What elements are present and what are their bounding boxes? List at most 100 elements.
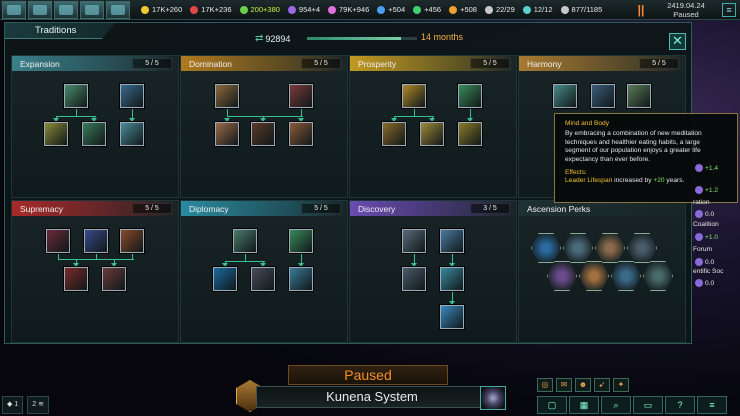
tradition-icon[interactable] [402,84,426,108]
ascension-perk-icon[interactable] [531,233,561,263]
outliner-entry[interactable]: 0.0 [695,258,714,266]
panel-header: Expansion 5 / 5 [12,56,178,71]
outliner-button-icon[interactable]: ▢ [537,396,567,414]
resource-admin-cap[interactable]: 12/12 [520,5,556,14]
galaxy-map-icon[interactable] [480,386,506,410]
resource-naval-capacity[interactable]: 877/1185 [558,5,606,14]
resource-research-physics[interactable]: +504 [374,5,408,14]
resource-research-society[interactable]: +456 [410,5,444,14]
minerals-icon [190,5,199,14]
tradition-icon[interactable] [440,267,464,291]
tradition-icon[interactable] [402,229,426,253]
tradition-icon[interactable] [251,122,275,146]
situation-log-icon[interactable] [28,0,52,19]
tree-connector [227,108,228,116]
tradition-icon[interactable] [82,122,106,146]
tradition-icon[interactable] [215,122,239,146]
resource-starbase-capacity[interactable]: 22/29 [482,5,518,14]
tradition-icon[interactable] [233,229,257,253]
tradition-icon[interactable] [440,229,464,253]
outliner-entry[interactable]: +1.0 [695,233,718,241]
ascension-perk-icon[interactable] [595,233,625,263]
tradition-icon[interactable] [591,84,615,108]
tradition-icon[interactable] [84,229,108,253]
close-button[interactable]: ✕ [669,33,686,50]
ascension-perk-icon[interactable] [579,261,609,291]
alert-button[interactable]: 2 ≋ [27,396,49,414]
tradition-icon[interactable] [440,305,464,329]
panel-title: Ascension Perks [527,203,591,214]
tradition-icon[interactable] [289,229,313,253]
tradition-icon[interactable] [458,122,482,146]
outliner-entry[interactable]: 0.0 [695,210,714,218]
outliner-entry[interactable]: 0.0 [695,279,714,287]
date-display[interactable]: 2419.04.24 Paused [656,1,716,19]
outliner-entry[interactable]: +1.2 [695,186,718,194]
ascension-perk-icon[interactable] [643,261,673,291]
influence-icon [695,186,703,194]
outliner-entry[interactable]: ration [693,199,710,206]
panel-progress-count: 5 / 5 [639,58,679,69]
tradition-icon[interactable] [120,122,144,146]
effect-value: +20 [653,177,665,185]
outliner-entry[interactable]: entific Soc [693,268,723,275]
tradition-icon[interactable] [102,267,126,291]
empire-flag-icon[interactable] [2,0,26,19]
ascension-perk-icon[interactable] [611,261,641,291]
alloys-icon [328,5,336,14]
energy-icon [141,5,149,14]
tradition-icon[interactable] [120,229,144,253]
notification-button[interactable]: ◆ 1 [2,396,24,414]
resource-food[interactable]: 200+380 [237,5,283,14]
menu-icon[interactable]: ≡ [697,396,727,414]
events-icon[interactable]: ✦ [613,378,629,392]
bottom-right-buttons: ▢ ▦ ⌕ ▭ ? ≡ [537,396,727,414]
tradition-icon[interactable] [44,122,68,146]
help-icon[interactable]: ? [665,396,695,414]
main-menu-button[interactable]: ≡ [722,3,736,17]
influence-icon [695,258,703,266]
tradition-icon[interactable] [213,267,237,291]
pause-button[interactable]: || [634,2,648,18]
species-icon[interactable]: ☻ [575,378,591,392]
fleet-manager-icon[interactable] [106,0,130,19]
search-icon[interactable]: ⌕ [601,396,631,414]
tradition-panel-prosperity: Prosperity 5 / 5 [349,55,517,198]
ascension-perk-icon[interactable] [547,261,577,291]
tradition-icon[interactable] [46,229,70,253]
tradition-icon[interactable] [289,122,313,146]
tradition-icon[interactable] [120,84,144,108]
government-icon[interactable] [54,0,78,19]
tradition-icon[interactable] [627,84,651,108]
tradition-icon[interactable] [382,122,406,146]
tradition-icon[interactable] [458,84,482,108]
outliner-entry[interactable]: +1.4 [695,164,718,172]
resource-influence[interactable]: 954+4 [285,5,323,14]
tradition-icon[interactable] [64,267,88,291]
current-system-label[interactable]: Kunena System [256,386,488,408]
resource-minerals[interactable]: 17K+236 [187,5,234,14]
resource-alloys[interactable]: 79K+946 [325,5,372,14]
outliner-entry[interactable]: Forum [693,246,712,253]
tradition-icon[interactable] [289,84,313,108]
resource-research-engineering[interactable]: +508 [446,5,480,14]
planets-icon[interactable] [80,0,104,19]
tradition-icon[interactable] [251,267,275,291]
map-mode-icon[interactable]: ▦ [569,396,599,414]
ascension-perk-icon[interactable] [563,233,593,263]
ships-icon[interactable]: ➹ [594,378,610,392]
resource-energy[interactable]: 17K+260 [138,5,185,14]
chat-icon[interactable]: ✉ [556,378,572,392]
resource-value: +504 [388,5,406,14]
ascension-perk-icon[interactable] [627,233,657,263]
tradition-icon[interactable] [402,267,426,291]
tradition-icon[interactable] [64,84,88,108]
tradition-icon[interactable] [553,84,577,108]
tradition-icon[interactable] [215,84,239,108]
target-icon[interactable]: ◎ [537,378,553,392]
tradition-icon[interactable] [420,122,444,146]
outliner-entry[interactable]: Coalition [693,221,719,228]
tradition-points-value: 92894 [265,33,291,44]
tradition-icon[interactable] [289,267,313,291]
messages-icon[interactable]: ▭ [633,396,663,414]
